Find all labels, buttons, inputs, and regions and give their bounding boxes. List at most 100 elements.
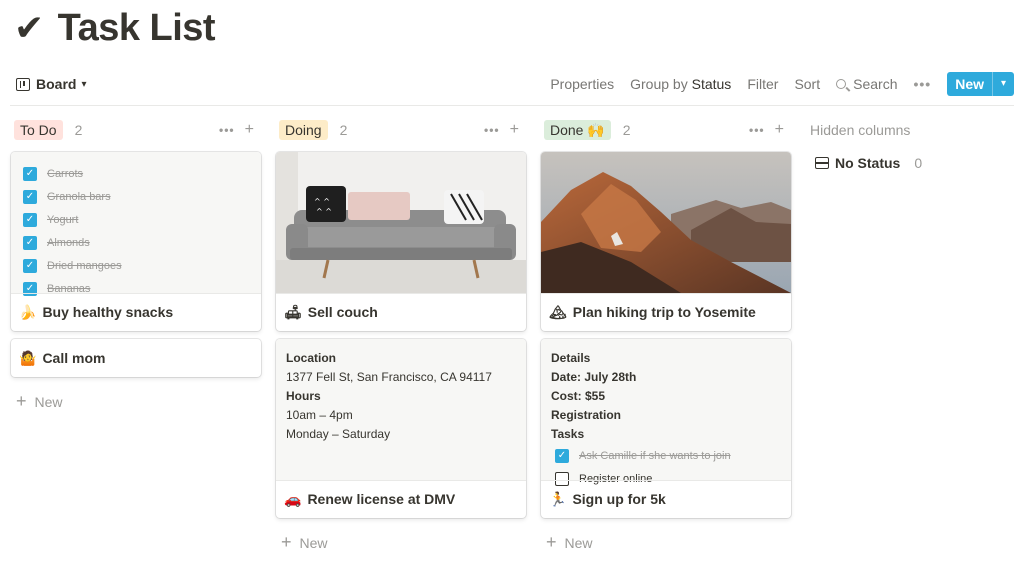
- card-sign-up-5k[interactable]: Details Date: July 28th Cost: $55 Regist…: [541, 339, 791, 518]
- card-properties-preview: Details Date: July 28th Cost: $55 Regist…: [541, 339, 791, 486]
- location-value: 1377 Fell St, San Francisco, CA 94117: [286, 370, 492, 384]
- checklist-item: ✓ Almonds: [23, 231, 249, 254]
- column-actions-doing: ••• +: [484, 119, 519, 141]
- card-title-text: Sign up for 5k: [572, 491, 666, 507]
- new-dropdown-chevron-icon[interactable]: ▾: [992, 72, 1014, 96]
- toolbar: Board ▾ Properties Group by Status Filte…: [0, 68, 1024, 102]
- hours-value: 10am – 4pm: [286, 408, 353, 422]
- shrug-icon: 🤷: [19, 349, 37, 366]
- status-tag-done[interactable]: Done 🙌: [544, 120, 611, 140]
- card-sell-couch[interactable]: ^ ^ ^ ^ 🛋 Sell couch: [276, 152, 526, 331]
- more-options-icon[interactable]: •••: [219, 123, 235, 137]
- card-call-mom[interactable]: 🤷 Call mom: [11, 339, 261, 377]
- new-label: New: [564, 534, 593, 551]
- search-label: Search: [853, 76, 898, 92]
- more-options-icon[interactable]: •••: [913, 76, 931, 92]
- column-count: 2: [622, 122, 631, 138]
- couch-photo: ^ ^ ^ ^: [276, 152, 526, 293]
- mountain-icon: 🏔: [549, 303, 567, 320]
- card-title: 🛋 Sell couch: [284, 293, 378, 331]
- checklist-item: ✓ Carrots: [23, 162, 249, 185]
- new-button-group: New ▾: [947, 72, 1014, 96]
- card-title: 🤷 Call mom: [19, 339, 105, 377]
- checklist-item-text: Almonds: [47, 236, 90, 249]
- group-by-value: Status: [691, 76, 732, 92]
- card-title: 🏔 Plan hiking trip to Yosemite: [549, 293, 756, 331]
- card-title: 🚗 Renew license at DMV: [284, 480, 455, 518]
- status-tag-todo[interactable]: To Do: [14, 120, 63, 140]
- toolbar-actions: Properties Group by Status Filter Sort S…: [534, 72, 1014, 96]
- checklist-item: ✓ Dried mangoes: [23, 254, 249, 277]
- couch-icon: 🛋: [284, 303, 302, 320]
- add-card-todo[interactable]: + New: [16, 391, 63, 412]
- mountain-image: [541, 152, 791, 293]
- card-title-text: Call mom: [42, 350, 106, 366]
- banana-icon: 🍌: [19, 303, 37, 320]
- column-header-doing: Doing 2: [279, 119, 347, 141]
- plus-icon: +: [281, 532, 292, 552]
- details-label: Details: [551, 351, 591, 365]
- couch-image: ^ ^ ^ ^: [276, 152, 526, 293]
- add-card-doing[interactable]: + New: [281, 532, 328, 553]
- card-plan-hiking-trip[interactable]: 🏔 Plan hiking trip to Yosemite: [541, 152, 791, 331]
- card-title-text: Buy healthy snacks: [42, 304, 174, 320]
- card-renew-license[interactable]: Location 1377 Fell St, San Francisco, CA…: [276, 339, 526, 518]
- checklist-item-text: Yogurt: [47, 213, 79, 226]
- new-label: New: [299, 534, 328, 551]
- checklist-item-text: Granola bars: [47, 190, 111, 203]
- no-status-label: No Status: [835, 155, 901, 171]
- location-label: Location: [286, 351, 336, 365]
- checkbox-checked-icon[interactable]: ✓: [23, 166, 37, 181]
- card-title: 🍌 Buy healthy snacks: [19, 293, 173, 331]
- tasks-label: Tasks: [551, 427, 585, 441]
- add-card-done[interactable]: + New: [546, 532, 593, 553]
- page-title-text[interactable]: Task List: [58, 7, 216, 50]
- view-label: Board: [36, 76, 77, 92]
- car-icon: 🚗: [284, 490, 302, 507]
- checkbox-checked-icon[interactable]: ✓: [23, 189, 37, 204]
- registration-label: Registration: [551, 408, 622, 422]
- mountain-photo: [541, 152, 791, 293]
- group-by-prefix: Group by: [630, 76, 688, 92]
- no-status-column[interactable]: No Status 0: [815, 155, 922, 171]
- checkbox-checked-icon[interactable]: ✓: [23, 212, 37, 227]
- more-options-icon[interactable]: •••: [749, 123, 765, 137]
- checkbox-checked-icon[interactable]: ✓: [23, 235, 37, 250]
- inbox-icon: [815, 157, 829, 169]
- column-count: 2: [339, 122, 348, 138]
- add-icon[interactable]: +: [510, 121, 519, 139]
- column-actions-todo: ••• +: [219, 119, 254, 141]
- hours-label: Hours: [286, 389, 321, 403]
- card-buy-healthy-snacks[interactable]: ✓ Carrots ✓ Granola bars ✓ Yogurt ✓ Almonds …: [11, 152, 261, 331]
- new-label: New: [34, 393, 63, 410]
- group-by-button[interactable]: Group by Status: [630, 76, 731, 92]
- board-icon: [16, 77, 30, 91]
- date-value: Date: July 28th: [551, 370, 637, 384]
- hidden-columns-label: Hidden columns: [810, 122, 911, 138]
- card-title: 🏃 Sign up for 5k: [549, 480, 666, 518]
- sort-button[interactable]: Sort: [794, 76, 820, 92]
- plus-icon: +: [546, 532, 557, 552]
- add-icon[interactable]: +: [775, 121, 784, 139]
- toolbar-divider: [10, 105, 1014, 106]
- add-icon[interactable]: +: [245, 121, 254, 139]
- checkmark-icon: ✔: [14, 7, 44, 48]
- column-count: 2: [74, 122, 83, 138]
- more-options-icon[interactable]: •••: [484, 123, 500, 137]
- column-header-done: Done 🙌 2: [544, 119, 631, 141]
- card-title-text: Renew license at DMV: [307, 491, 456, 507]
- svg-text:^ ^: ^ ^: [316, 207, 332, 216]
- view-switcher[interactable]: Board ▾: [16, 76, 86, 92]
- page-title: ✔ Task List: [14, 6, 216, 50]
- checklist-item: ✓ Granola bars: [23, 185, 249, 208]
- chevron-down-icon: ▾: [81, 78, 87, 90]
- checkbox-checked-icon[interactable]: ✓: [555, 448, 569, 463]
- card-properties-preview: Location 1377 Fell St, San Francisco, CA…: [276, 339, 526, 480]
- properties-button[interactable]: Properties: [550, 76, 614, 92]
- search-button[interactable]: Search: [836, 76, 897, 92]
- status-tag-doing[interactable]: Doing: [279, 120, 328, 140]
- filter-button[interactable]: Filter: [747, 76, 778, 92]
- checkbox-checked-icon[interactable]: ✓: [23, 258, 37, 273]
- svg-text:^ ^: ^ ^: [314, 197, 330, 206]
- new-button[interactable]: New: [947, 72, 992, 96]
